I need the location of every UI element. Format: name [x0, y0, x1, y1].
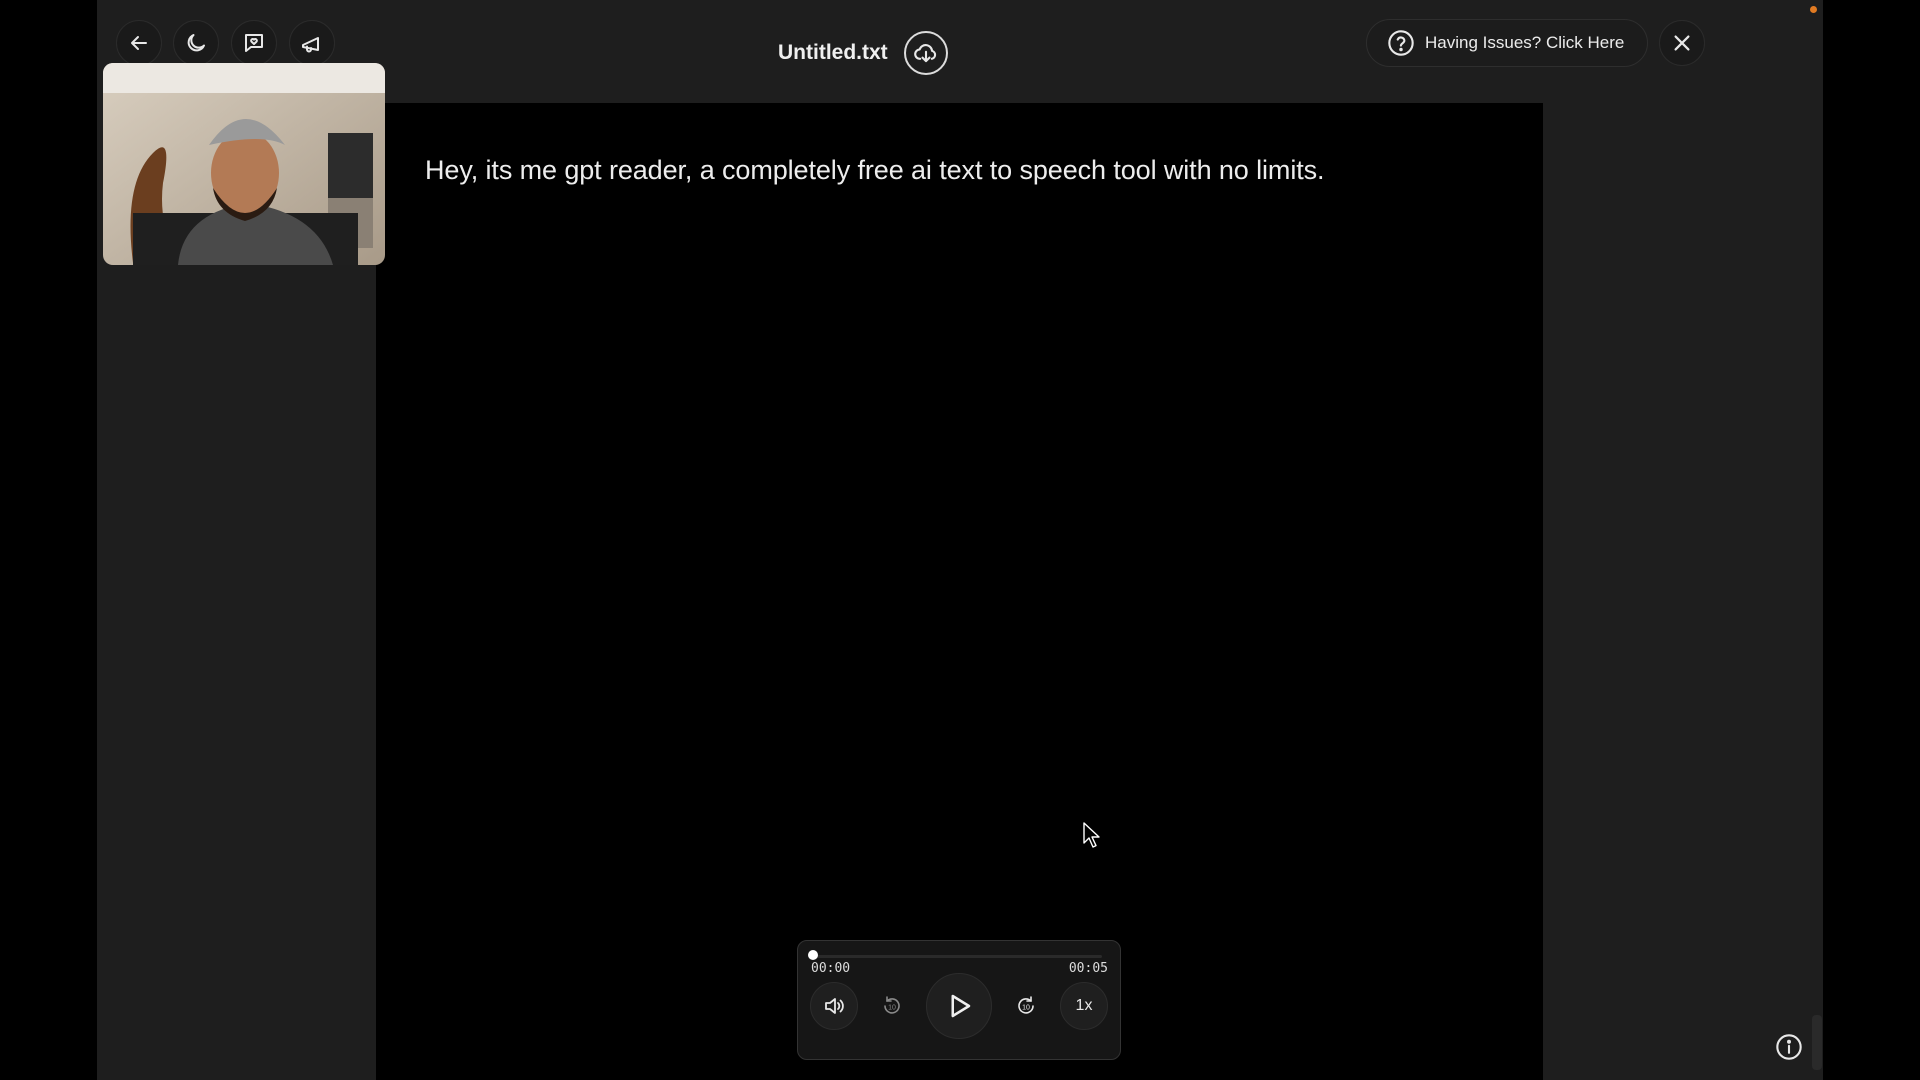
chat-heart-icon: [245, 34, 263, 52]
forward-10-icon: 10: [1018, 996, 1034, 1014]
progress-track[interactable]: [816, 955, 1102, 958]
rewind-10-icon: 10: [884, 996, 900, 1014]
skip-back-button[interactable]: 10: [868, 982, 916, 1030]
webcam-feed-image: [103, 63, 385, 265]
play-icon: [951, 994, 971, 1018]
skip-forward-seconds: 10: [1022, 1005, 1030, 1012]
question-circle-icon: [1388, 30, 1414, 56]
skip-back-seconds: 10: [888, 1005, 896, 1012]
having-issues-button[interactable]: Having Issues? Click Here: [1366, 19, 1648, 67]
document-text[interactable]: Hey, its me gpt reader, a completely fre…: [425, 155, 1325, 186]
play-button[interactable]: [926, 973, 992, 1039]
info-icon: [1776, 1034, 1802, 1060]
close-button[interactable]: [1659, 20, 1705, 66]
playback-speed-button[interactable]: 1x: [1060, 982, 1108, 1030]
info-button[interactable]: [1775, 1033, 1803, 1061]
document-title: Untitled.txt: [778, 41, 888, 64]
mouse-cursor-icon: [1083, 822, 1100, 848]
webcam-overlay[interactable]: [103, 63, 385, 265]
document-view: Hey, its me gpt reader, a completely fre…: [376, 103, 1543, 1080]
theme-toggle-button[interactable]: [173, 20, 219, 66]
volume-button[interactable]: [810, 982, 858, 1030]
document-title-bar: Untitled.txt: [778, 30, 948, 76]
having-issues-label: Having Issues? Click Here: [1425, 33, 1625, 52]
audio-player: 00:00 00:05 10 10 1x: [797, 940, 1121, 1060]
megaphone-icon: [302, 37, 319, 53]
back-button[interactable]: [116, 20, 162, 66]
current-time: 00:00: [811, 961, 851, 976]
recording-indicator: [1810, 6, 1817, 13]
close-icon: [1674, 35, 1690, 51]
progress-knob[interactable]: [808, 950, 818, 960]
moon-icon: [187, 34, 205, 52]
save-download-button[interactable]: [903, 31, 948, 75]
scrollbar-thumb[interactable]: [1812, 1015, 1822, 1070]
feedback-button[interactable]: [231, 20, 277, 66]
total-time: 00:05: [1068, 961, 1108, 976]
skip-forward-button[interactable]: 10: [1002, 982, 1050, 1030]
volume-icon: [825, 998, 844, 1014]
cloud-download-icon: [913, 44, 936, 63]
announcements-button[interactable]: [289, 20, 335, 66]
arrow-left-icon: [131, 36, 147, 50]
